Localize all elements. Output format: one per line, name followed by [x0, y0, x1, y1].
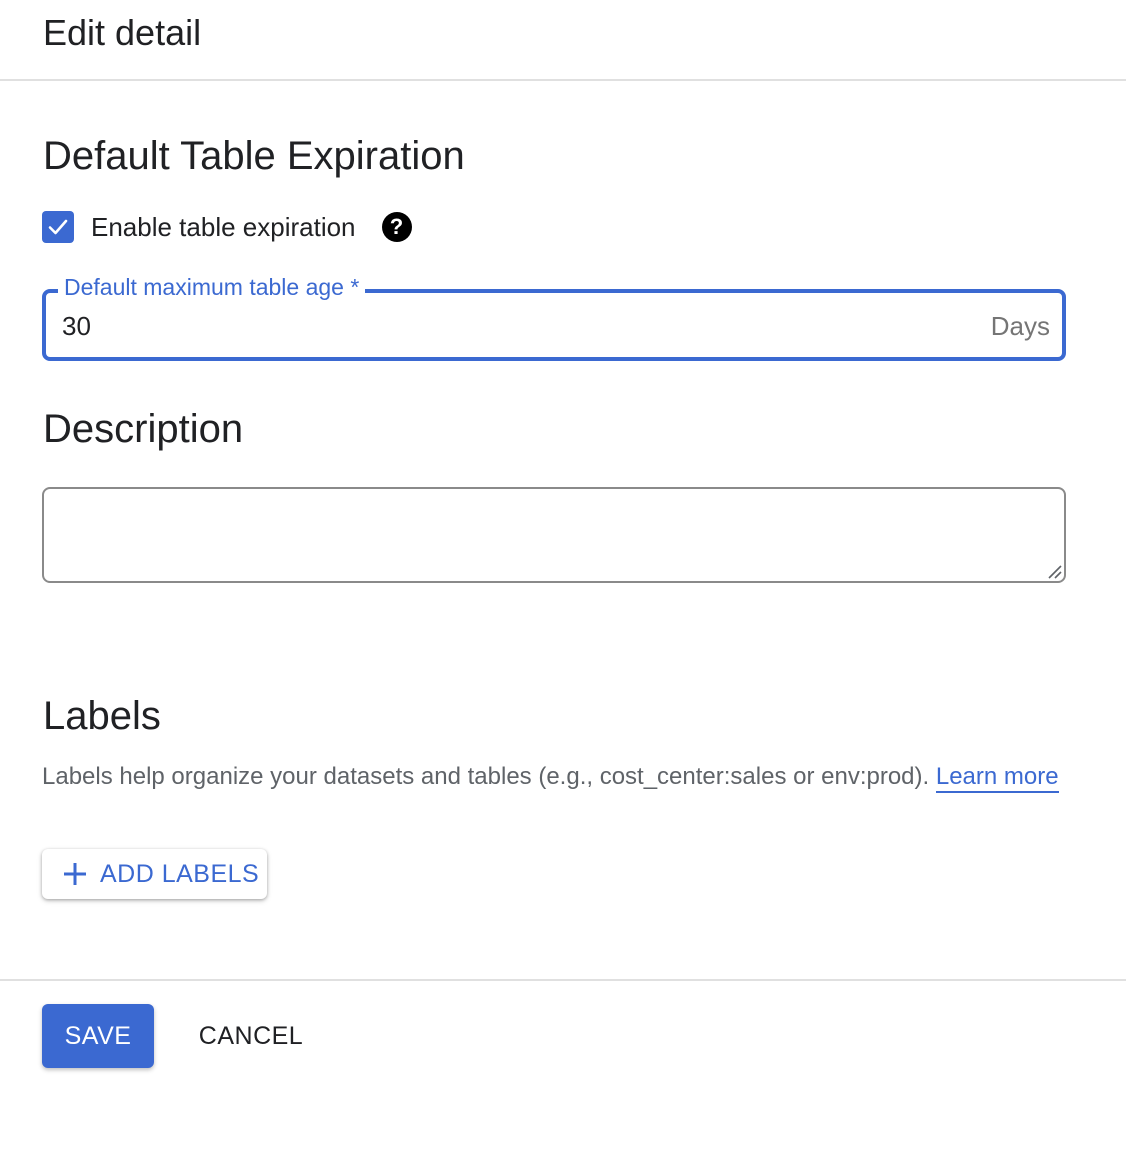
- save-button[interactable]: SAVE: [42, 1004, 154, 1068]
- plus-icon: [64, 863, 86, 885]
- panel-title: Edit detail: [43, 12, 202, 53]
- max-table-age-input[interactable]: [62, 309, 942, 343]
- cancel-button[interactable]: CANCEL: [186, 1004, 316, 1068]
- add-labels-label: ADD LABELS: [100, 859, 260, 888]
- description-section-title: Description: [43, 407, 244, 451]
- expiration-section-title: Default Table Expiration: [43, 134, 465, 178]
- enable-expiration-checkbox[interactable]: [42, 211, 74, 243]
- labels-section-title: Labels: [43, 694, 161, 738]
- enable-expiration-label[interactable]: Enable table expiration: [91, 212, 356, 243]
- help-circle-icon[interactable]: ?: [381, 212, 412, 242]
- checkmark-icon: [48, 219, 68, 235]
- footer-divider: [0, 979, 1126, 981]
- panel-header: Edit detail: [0, 0, 1126, 81]
- max-table-age-field: Default maximum table age * Days: [42, 274, 1066, 361]
- add-labels-button[interactable]: ADD LABELS: [42, 849, 267, 899]
- edit-detail-panel: Edit detail Default Table Expiration Ena…: [0, 0, 1126, 1170]
- learn-more-link[interactable]: Learn more: [935, 763, 1059, 793]
- enable-expiration-row: Enable table expiration ?: [42, 210, 412, 244]
- age-unit-suffix: Days: [990, 311, 1050, 341]
- max-table-age-label: Default maximum table age *: [58, 274, 366, 301]
- description-textarea[interactable]: [42, 487, 1066, 583]
- labels-help-text-container: Labels help organize your datasets and t…: [42, 763, 1059, 793]
- labels-help-text: Labels help organize your datasets and t…: [42, 763, 936, 790]
- resize-handle-icon[interactable]: [1044, 561, 1062, 579]
